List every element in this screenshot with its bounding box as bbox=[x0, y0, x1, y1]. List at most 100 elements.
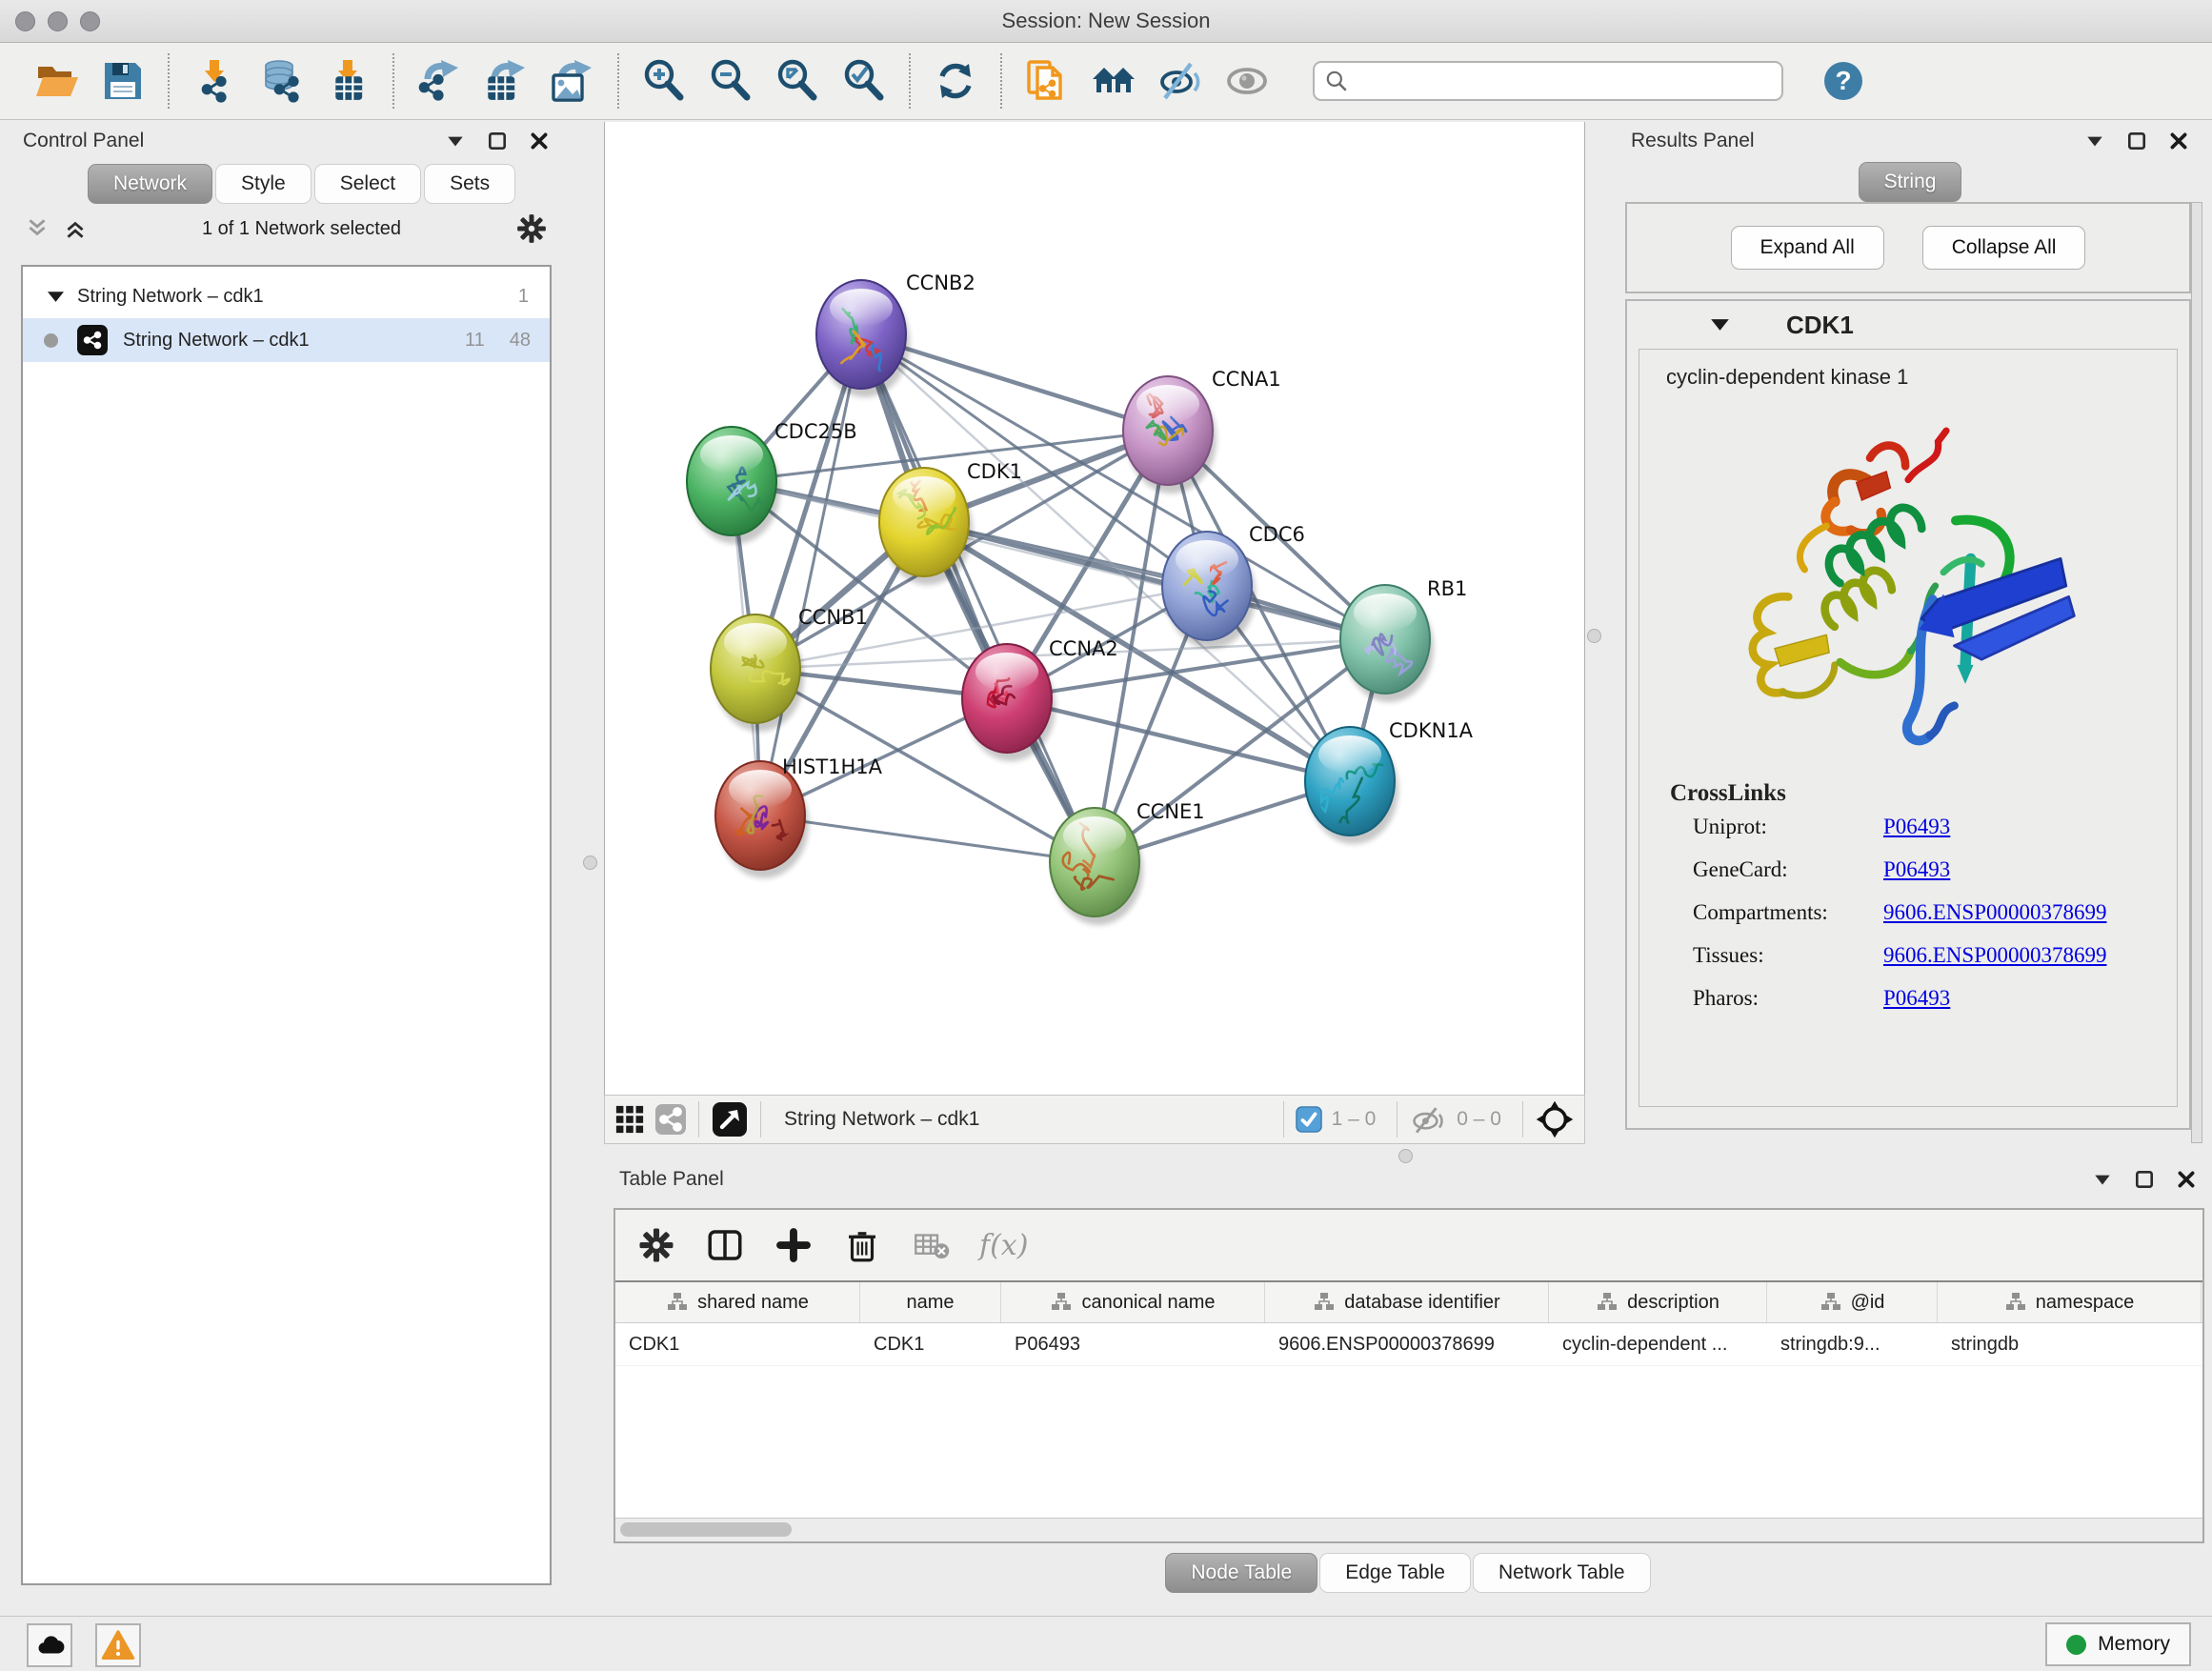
left-splitter-grip[interactable] bbox=[583, 856, 597, 870]
gene-section-header[interactable]: CDK1 bbox=[1627, 301, 2189, 349]
crosslink-value-link[interactable]: P06493 bbox=[1883, 815, 1950, 839]
table-hscroll-thumb[interactable] bbox=[620, 1522, 792, 1537]
table-options-gear-icon[interactable] bbox=[636, 1225, 676, 1265]
fit-content-crosshair-icon[interactable] bbox=[1535, 1099, 1575, 1139]
panel-float-icon[interactable] bbox=[2126, 131, 2147, 151]
network-overview-share-icon[interactable] bbox=[654, 1103, 687, 1136]
collapse-all-button[interactable]: Collapse All bbox=[1922, 226, 2086, 270]
network-node-HIST1H1A[interactable]: HIST1H1A bbox=[715, 755, 883, 878]
panel-menu-icon[interactable] bbox=[2092, 1169, 2113, 1190]
crosslink-row: Pharos:P06493 bbox=[1693, 986, 2177, 1011]
save-session-button[interactable] bbox=[93, 51, 152, 111]
memory-button[interactable]: Memory bbox=[2045, 1622, 2191, 1666]
right-splitter-grip[interactable] bbox=[1587, 629, 1601, 643]
open-session-button[interactable] bbox=[27, 51, 86, 111]
table-cell[interactable]: stringdb bbox=[1938, 1323, 2202, 1365]
home-networks-button[interactable] bbox=[1084, 51, 1143, 111]
help-button[interactable]: ? bbox=[1814, 51, 1873, 111]
zoom-out-button[interactable] bbox=[701, 51, 760, 111]
crosslink-value-link[interactable]: 9606.ENSP00000378699 bbox=[1883, 943, 2107, 968]
column-header-database-identifier[interactable]: database identifier bbox=[1265, 1282, 1549, 1322]
selected-checkbox-icon[interactable] bbox=[1296, 1106, 1322, 1133]
panel-menu-icon[interactable] bbox=[445, 131, 466, 151]
tab-network[interactable]: Network bbox=[88, 164, 212, 204]
crosslink-value-link[interactable]: P06493 bbox=[1883, 986, 1950, 1011]
delete-column-icon[interactable] bbox=[842, 1225, 882, 1265]
network-node-RB1[interactable]: RB1 bbox=[1340, 577, 1467, 702]
export-image-button[interactable] bbox=[543, 51, 602, 111]
panel-close-icon[interactable] bbox=[2168, 131, 2189, 151]
birds-eye-view-icon[interactable] bbox=[614, 1104, 645, 1135]
table-row[interactable]: CDK1CDK1P064939606.ENSP00000378699cyclin… bbox=[615, 1323, 2202, 1366]
import-database-button[interactable] bbox=[251, 51, 311, 111]
table-cell[interactable]: CDK1 bbox=[860, 1323, 1001, 1365]
table-cell[interactable]: stringdb:9... bbox=[1767, 1323, 1938, 1365]
crosslink-row: GeneCard:P06493 bbox=[1693, 857, 2177, 882]
node-label-CCNA2: CCNA2 bbox=[1049, 637, 1118, 660]
import-network-button[interactable] bbox=[185, 51, 244, 111]
column-header-description[interactable]: description bbox=[1549, 1282, 1767, 1322]
table-cell[interactable]: P06493 bbox=[1001, 1323, 1265, 1365]
crosslink-value-link[interactable]: P06493 bbox=[1883, 857, 1950, 882]
cloud-status-button[interactable] bbox=[27, 1623, 72, 1667]
status-bar: Memory bbox=[0, 1616, 2212, 1671]
table-cell[interactable]: CDK1 bbox=[615, 1323, 860, 1365]
network-collection-row[interactable]: String Network – cdk1 1 bbox=[23, 274, 550, 318]
panel-menu-icon[interactable] bbox=[2084, 131, 2105, 151]
export-network-button[interactable] bbox=[410, 51, 469, 111]
column-header--id[interactable]: @id bbox=[1767, 1282, 1938, 1322]
node-label-HIST1H1A: HIST1H1A bbox=[782, 755, 883, 778]
panel-close-icon[interactable] bbox=[529, 131, 550, 151]
network-edges[interactable] bbox=[732, 334, 1385, 862]
tab-edge-table[interactable]: Edge Table bbox=[1319, 1553, 1471, 1593]
crosslink-value-link[interactable]: 9606.ENSP00000378699 bbox=[1883, 900, 2107, 925]
network-row[interactable]: String Network – cdk1 11 48 bbox=[23, 318, 550, 362]
tab-select[interactable]: Select bbox=[314, 164, 421, 204]
table-cell[interactable]: cyclin-dependent ... bbox=[1549, 1323, 1767, 1365]
detach-view-icon[interactable] bbox=[711, 1100, 749, 1138]
network-node-CDC6[interactable]: CDC6 bbox=[1162, 523, 1305, 649]
expand-all-icon[interactable] bbox=[63, 216, 88, 241]
zoom-fit-button[interactable] bbox=[768, 51, 827, 111]
tab-style[interactable]: Style bbox=[215, 164, 312, 204]
refresh-layout-button[interactable] bbox=[926, 51, 985, 111]
panel-float-icon[interactable] bbox=[487, 131, 508, 151]
tab-string[interactable]: String bbox=[1859, 162, 1962, 202]
show-columns-icon[interactable] bbox=[705, 1225, 745, 1265]
panel-close-icon[interactable] bbox=[2176, 1169, 2197, 1190]
node-table: shared namename canonical name database … bbox=[615, 1280, 2202, 1519]
network-node-CCNA1[interactable]: CCNA1 bbox=[1123, 368, 1281, 493]
collection-expander-icon[interactable] bbox=[48, 291, 64, 303]
search-input[interactable] bbox=[1357, 70, 1772, 93]
zoom-in-button[interactable] bbox=[634, 51, 694, 111]
tab-sets[interactable]: Sets bbox=[424, 164, 515, 204]
column-header-namespace[interactable]: namespace bbox=[1938, 1282, 2202, 1322]
column-header-name[interactable]: name bbox=[860, 1282, 1001, 1322]
expand-all-button[interactable]: Expand All bbox=[1731, 226, 1884, 270]
column-header-canonical-name[interactable]: canonical name bbox=[1001, 1282, 1265, 1322]
search-box[interactable] bbox=[1313, 61, 1783, 101]
network-options-gear-icon[interactable] bbox=[515, 212, 548, 245]
collapse-all-icon[interactable] bbox=[25, 216, 50, 241]
crosslink-label: Compartments: bbox=[1693, 900, 1883, 925]
hide-selection-button[interactable] bbox=[1151, 51, 1210, 111]
network-node-CDKN1A[interactable]: CDKN1A bbox=[1305, 719, 1474, 844]
tab-network-table[interactable]: Network Table bbox=[1473, 1553, 1651, 1593]
panel-float-icon[interactable] bbox=[2134, 1169, 2155, 1190]
add-column-icon[interactable] bbox=[774, 1225, 814, 1265]
table-cell[interactable]: 9606.ENSP00000378699 bbox=[1265, 1323, 1549, 1365]
export-table-button[interactable] bbox=[476, 51, 535, 111]
zoom-selected-button[interactable] bbox=[835, 51, 894, 111]
gene-expander-icon[interactable] bbox=[1711, 318, 1729, 332]
tab-node-table[interactable]: Node Table bbox=[1165, 1553, 1317, 1593]
table-hscrollbar[interactable] bbox=[615, 1518, 2202, 1541]
results-scrollbar[interactable] bbox=[2191, 202, 2202, 1143]
import-table-button[interactable] bbox=[318, 51, 377, 111]
column-header-shared-name[interactable]: shared name bbox=[615, 1282, 860, 1322]
string-network-graph[interactable]: CCNB2 CCNA1 CDC25B CDK1 CDC6 RB1 CCNB1 C… bbox=[605, 122, 1584, 1093]
network-canvas[interactable]: CCNB2 CCNA1 CDC25B CDK1 CDC6 RB1 CCNB1 C… bbox=[604, 122, 1585, 1095]
clone-network-button[interactable] bbox=[1017, 51, 1076, 111]
network-node-CCNE1[interactable]: CCNE1 bbox=[1050, 800, 1205, 925]
network-node-CCNB2[interactable]: CCNB2 bbox=[816, 272, 975, 397]
warnings-button[interactable] bbox=[95, 1623, 141, 1667]
